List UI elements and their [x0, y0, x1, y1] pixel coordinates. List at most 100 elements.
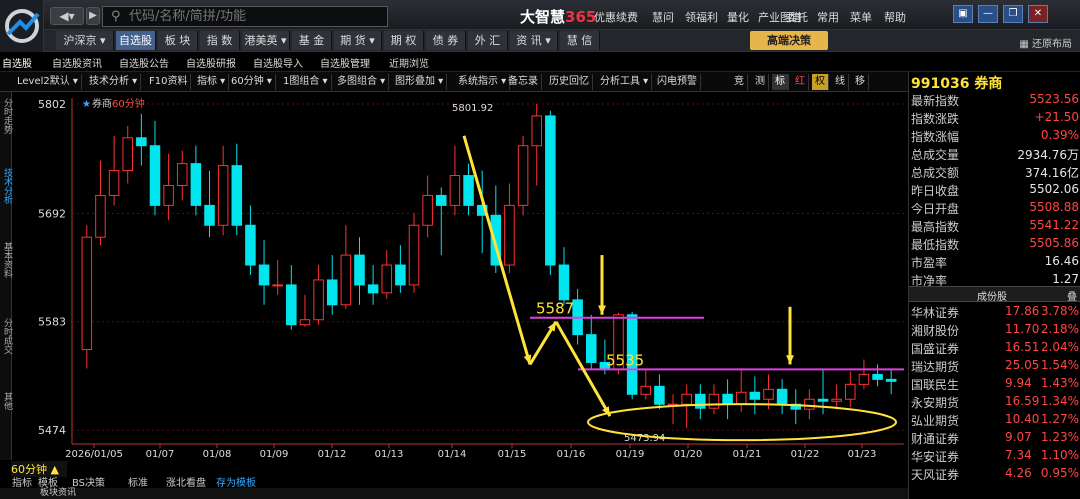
candle-body — [517, 145, 529, 206]
overlay-button[interactable]: 叠 — [1067, 288, 1077, 303]
toolbar-item-10[interactable]: 历史回忆 — [546, 74, 593, 90]
toolbar-item-1[interactable]: 技术分析 ▾ — [86, 74, 142, 90]
high-end-decision-button[interactable]: 高端决策 — [750, 31, 828, 50]
toolbar-item-16[interactable]: 红 — [792, 74, 809, 90]
bottom-tab-3[interactable]: 标准 — [128, 474, 148, 489]
toolbar-item-12[interactable]: 闪电预警 — [654, 74, 701, 90]
bottom-tab-1[interactable]: 模板 — [38, 474, 58, 489]
app-icon-button[interactable]: ▣ — [953, 5, 973, 23]
tab-8[interactable]: 债 券 — [426, 31, 466, 50]
toolbar-item-13[interactable]: 竞 — [731, 74, 748, 90]
subtab-6[interactable]: 近期浏览 — [389, 55, 429, 70]
tab-10[interactable]: 资 讯 ▾ — [510, 31, 558, 50]
rail-tab-0[interactable]: 分时走势 — [0, 98, 12, 134]
toolbar-item-0[interactable]: Level2默认 ▾ — [14, 74, 82, 90]
candle-body — [531, 115, 542, 147]
toolbar-item-17[interactable]: 权 — [812, 74, 829, 90]
toolbar-item-18[interactable]: 线 — [832, 74, 849, 90]
menu-item-8[interactable]: 帮助 — [884, 9, 906, 25]
bottom-tab-0[interactable]: 指标 — [12, 474, 32, 489]
toolbar-item-8[interactable]: 系统指示 ▾ — [455, 74, 511, 90]
candle-body — [190, 163, 202, 206]
stock-row[interactable]: 财通证券 9.07 1.23% — [911, 430, 1079, 448]
toolbar-item-2[interactable]: F10资料 — [146, 74, 192, 90]
stock-row[interactable]: 华安证券 7.34 1.10% — [911, 448, 1079, 466]
tab-4[interactable]: 港美英 ▾ — [242, 31, 290, 50]
stock-row[interactable]: 华林证券 17.86 3.78% — [911, 304, 1079, 322]
bottom-tab-5[interactable]: 存为模板 — [216, 474, 256, 489]
subtab-2[interactable]: 自选股公告 — [119, 55, 169, 70]
toolbar-item-11[interactable]: 分析工具 ▾ — [597, 74, 653, 90]
stock-price: 4.26 — [1005, 466, 1032, 480]
stock-name: 国盛证券 — [911, 342, 960, 356]
bottom-tab-2[interactable]: BS决策 — [72, 474, 105, 489]
rail-tab-3[interactable]: 分时成交 — [0, 318, 12, 354]
menu-item-1[interactable]: 慧问 — [652, 9, 674, 25]
rail-tab-1[interactable]: 技术分析 — [0, 168, 12, 204]
kline-chart[interactable]: 5802 5692 5583 5474 券商60分钟 ★ 2026/01/05 01/07 01… — [12, 92, 908, 460]
candle-body — [558, 264, 570, 301]
candle-body — [245, 224, 256, 266]
candle-body — [858, 373, 870, 385]
tab-3[interactable]: 指 数 — [200, 31, 240, 50]
stock-row[interactable]: 国盛证券 16.51 2.04% — [911, 340, 1079, 358]
toolbar-item-4[interactable]: 60分钟 ▾ — [228, 74, 276, 90]
minimize-button[interactable]: — — [978, 5, 998, 23]
candle-body — [395, 264, 406, 286]
tab-7[interactable]: 期 权 — [384, 31, 424, 50]
toolbar-item-19[interactable]: 移 — [852, 74, 869, 90]
rail-tab-2[interactable]: 基本资料 — [0, 242, 12, 278]
forward-button[interactable]: ▶ — [86, 7, 100, 25]
stock-row[interactable]: 国联民生 9.94 1.43% — [911, 376, 1079, 394]
tab-1[interactable]: 自选股 — [116, 31, 156, 50]
tab-5[interactable]: 基 金 — [292, 31, 332, 50]
stock-row[interactable]: 湘财股份 11.70 2.18% — [911, 322, 1079, 340]
stock-change: 0.95% — [1040, 466, 1079, 480]
menu-item-6[interactable]: 常用 — [817, 9, 839, 25]
toolbar-item-5[interactable]: 1图组合 ▾ — [280, 74, 332, 90]
stock-row[interactable]: 弘业期货 10.40 1.27% — [911, 412, 1079, 430]
subtab-5[interactable]: 自选股管理 — [320, 55, 370, 70]
rail-tab-4[interactable]: 其他 — [0, 392, 12, 410]
tab-0[interactable]: 沪深京 ▾ — [56, 31, 114, 50]
stock-row[interactable]: 永安期货 16.59 1.34% — [911, 394, 1079, 412]
stock-row[interactable]: 瑞达期货 25.05 1.54% — [911, 358, 1079, 376]
toolbar-item-15[interactable]: 标 — [772, 74, 789, 90]
down-arrow-4-head — [786, 355, 794, 365]
toolbar-item-3[interactable]: 指标 ▾ — [194, 74, 230, 90]
restore-layout-button[interactable]: ▦ 还原布局 — [1019, 35, 1072, 50]
toolbar-item-7[interactable]: 图形叠加 ▾ — [392, 74, 448, 90]
menu-item-5[interactable]: 委托 — [786, 9, 808, 25]
stock-change: 1.34% — [1040, 394, 1079, 408]
back-button[interactable]: ◀▾ — [50, 7, 84, 25]
subtab-4[interactable]: 自选股导入 — [253, 55, 303, 70]
quote-value: 5505.86 — [1029, 236, 1079, 250]
subtab-0[interactable]: 自选股 — [2, 55, 32, 70]
menu-item-7[interactable]: 菜单 — [850, 9, 872, 25]
tab-2[interactable]: 板 块 — [158, 31, 198, 50]
title-bar: ◀▾ ▶ ⚲ 代码/名称/简拼/功能 大智慧365 优惠续费 慧问 领福利 量化 产业图谱… — [0, 0, 1080, 30]
subtab-1[interactable]: 自选股资讯 — [52, 55, 102, 70]
quote-row: 市盈率 16.46 — [911, 254, 1079, 272]
menu-item-2[interactable]: 领福利 — [685, 9, 718, 25]
chart-svg[interactable]: 5802 5692 5583 5474 券商60分钟★ 2026/01/05 01/07 01… — [12, 92, 908, 460]
menu-item-3[interactable]: 量化 — [727, 9, 749, 25]
subtab-3[interactable]: 自选股研报 — [186, 55, 236, 70]
news-tab[interactable]: 板块资讯 — [0, 488, 908, 499]
stock-row[interactable]: 天风证券 4.26 0.95% — [911, 466, 1079, 484]
tab-9[interactable]: 外 汇 — [468, 31, 508, 50]
candle-body — [340, 254, 352, 306]
menu-item-0[interactable]: 优惠续费 — [594, 9, 638, 25]
toolbar-item-6[interactable]: 多图组合 ▾ — [334, 74, 390, 90]
search-input[interactable]: ⚲ 代码/名称/简拼/功能 — [102, 6, 388, 27]
star-icon[interactable]: ★ — [82, 99, 91, 110]
bottom-tab-4[interactable]: 涨北看盘 — [166, 474, 206, 489]
chart-legend: 券商60分钟 — [92, 97, 145, 110]
tab-11[interactable]: 慧 信 — [560, 31, 600, 50]
maximize-button[interactable]: ❐ — [1003, 5, 1023, 23]
toolbar-item-14[interactable]: 测 — [752, 74, 769, 90]
quote-row: 总成交量 2934.76万 — [911, 146, 1079, 164]
tab-6[interactable]: 期 货 ▾ — [334, 31, 382, 50]
toolbar-item-9[interactable]: 备忘录 — [505, 74, 542, 90]
close-button[interactable]: ✕ — [1028, 5, 1048, 23]
